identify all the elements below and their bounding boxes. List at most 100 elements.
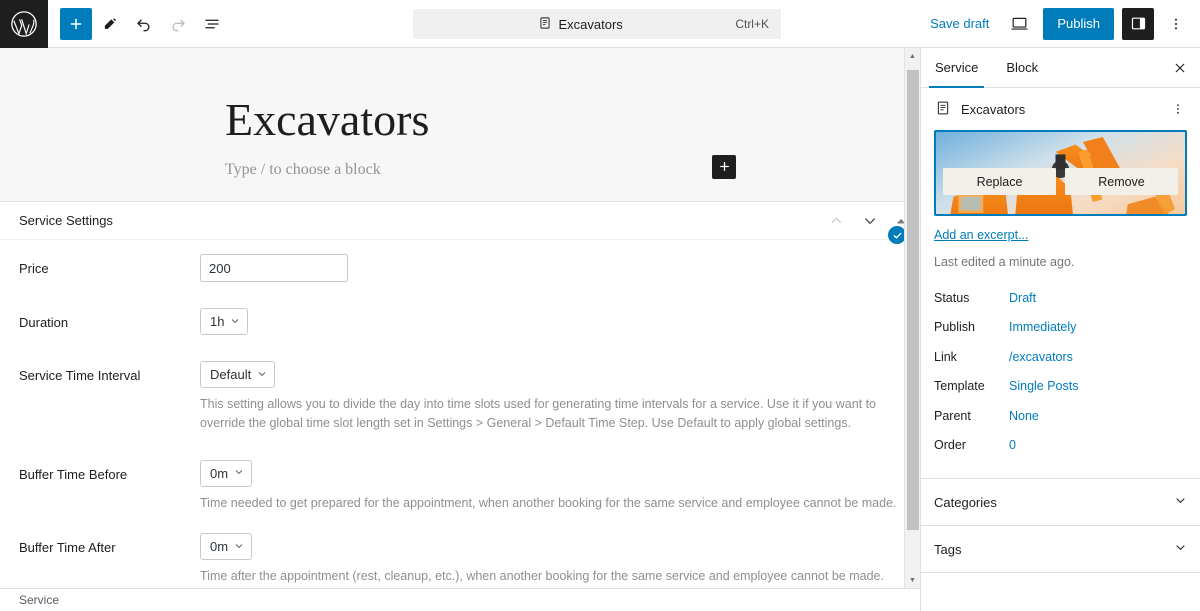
close-icon[interactable] xyxy=(1160,48,1200,87)
replace-image-button[interactable]: Replace xyxy=(943,168,1056,195)
scroll-up-arrow-icon[interactable]: ▲ xyxy=(905,48,921,64)
command-bar[interactable]: Excavators Ctrl+K xyxy=(413,9,781,39)
meta-value-template[interactable]: Single Posts xyxy=(1009,379,1078,393)
three-dots-vertical-icon[interactable] xyxy=(1162,8,1190,40)
buffer-time-after-select[interactable]: 0m xyxy=(200,533,253,561)
meta-row-link: Link /excavators xyxy=(934,342,1187,372)
field-buffer-time-after: Buffer Time After 0m Time after the appo… xyxy=(19,533,901,586)
wordpress-block-editor: Excavators Ctrl+K Save draft Publish Exc… xyxy=(0,0,1200,611)
document-title: Excavators xyxy=(961,101,1026,117)
pencil-icon[interactable] xyxy=(94,8,126,40)
desktop-preview-icon[interactable] xyxy=(1003,8,1035,40)
panel-categories[interactable]: Categories xyxy=(921,478,1200,525)
meta-key-status: Status xyxy=(934,290,970,305)
help-text-buffer-time-before: Time needed to get prepared for the appo… xyxy=(200,495,897,510)
post-meta-list: Status Draft Publish Immediately Link /e… xyxy=(921,283,1200,460)
featured-image-actions: Replace Remove xyxy=(943,168,1178,195)
editor-column: Excavators Type / to choose a block Serv… xyxy=(0,48,920,611)
field-control-service-time-interval: Default This setting allows you to divid… xyxy=(200,361,901,434)
service-time-interval-select[interactable]: Default xyxy=(200,361,276,388)
editor-body: Excavators Type / to choose a block Serv… xyxy=(0,48,1200,611)
three-dots-vertical-icon[interactable] xyxy=(1166,97,1190,121)
chevron-down-icon xyxy=(230,316,240,328)
editor-scrollbar[interactable]: ▲ ▼ xyxy=(904,48,920,588)
field-label-price: Price xyxy=(19,261,49,276)
duration-select-value: 1h xyxy=(210,314,225,329)
scrollbar-track[interactable] xyxy=(905,64,921,572)
panel-tags[interactable]: Tags xyxy=(921,525,1200,572)
buffer-time-after-value: 0m xyxy=(210,539,229,555)
buffer-time-before-select[interactable]: 0m xyxy=(200,459,253,487)
inline-block-inserter[interactable] xyxy=(712,154,736,179)
service-time-interval-value: Default xyxy=(210,367,252,382)
scroll-down-arrow-icon[interactable]: ▼ xyxy=(905,572,921,588)
tab-block[interactable]: Block xyxy=(992,48,1052,87)
settings-sidebar: Service Block Excavators Replace Remove … xyxy=(920,48,1200,611)
add-excerpt-link[interactable]: Add an excerpt... xyxy=(934,228,1200,242)
post-title[interactable]: Excavators xyxy=(225,94,920,147)
chevron-down-icon xyxy=(234,467,244,479)
meta-key-parent: Parent xyxy=(934,408,971,423)
meta-row-status: Status Draft xyxy=(934,283,1187,313)
breadcrumb-item-service[interactable]: Service xyxy=(19,593,59,607)
editor-scroll-region: Excavators Type / to choose a block Serv… xyxy=(0,48,920,588)
meta-row-order: Order 0 xyxy=(934,431,1187,461)
metabox-body: Price Duration 1h xyxy=(0,240,920,588)
meta-value-status[interactable]: Draft xyxy=(1009,291,1036,305)
save-draft-button[interactable]: Save draft xyxy=(924,12,995,35)
empty-block-row: Type / to choose a block xyxy=(0,146,920,193)
meta-value-order[interactable]: 0 xyxy=(1009,438,1016,452)
chevron-down-icon xyxy=(1174,541,1187,557)
chevron-down-icon[interactable] xyxy=(862,213,878,229)
toolbar-left-group xyxy=(48,7,228,40)
redo-icon[interactable] xyxy=(162,8,194,40)
featured-image[interactable]: Replace Remove xyxy=(934,130,1187,216)
duration-select[interactable]: 1h xyxy=(200,308,249,335)
field-price: Price xyxy=(19,254,901,282)
meta-value-link[interactable]: /excavators xyxy=(1009,350,1073,364)
command-bar-title: Excavators xyxy=(558,16,623,32)
publish-button[interactable]: Publish xyxy=(1043,7,1114,40)
undo-icon[interactable] xyxy=(128,8,160,40)
post-canvas: Excavators Type / to choose a block xyxy=(0,48,920,201)
sidebar-panel-icon[interactable] xyxy=(1122,7,1154,40)
meta-row-publish: Publish Immediately xyxy=(934,313,1187,343)
meta-key-publish: Publish xyxy=(934,320,975,335)
sidebar-tabs: Service Block xyxy=(921,48,1200,88)
help-text-service-time-interval: This setting allows you to divide the da… xyxy=(200,397,877,431)
meta-row-parent: Parent None xyxy=(934,401,1187,431)
meta-row-template: Template Single Posts xyxy=(934,372,1187,402)
meta-value-publish[interactable]: Immediately xyxy=(1009,320,1076,334)
scrollbar-thumb[interactable] xyxy=(906,70,919,530)
document-summary-row[interactable]: Excavators xyxy=(921,88,1200,130)
command-bar-shortcut: Ctrl+K xyxy=(735,17,769,31)
field-label-service-time-interval: Service Time Interval xyxy=(19,368,141,383)
metabox-header: Service Settings xyxy=(0,202,920,240)
panel-title-tags: Tags xyxy=(934,541,962,557)
chevron-up-icon[interactable] xyxy=(829,213,844,228)
service-settings-metabox: Service Settings Price 200 Duration 1h S… xyxy=(0,201,920,588)
field-control-duration: 1h xyxy=(200,308,901,335)
meta-key-link: Link xyxy=(934,349,957,364)
wordpress-logo-icon[interactable] xyxy=(0,0,48,48)
list-view-icon[interactable] xyxy=(196,8,228,40)
panel-title-categories: Categories xyxy=(934,494,997,510)
buffer-time-before-value: 0m xyxy=(210,465,229,481)
field-control-buffer-time-before: 0m Time needed to get prepared for the a… xyxy=(200,459,901,513)
price-input[interactable] xyxy=(200,254,348,282)
meta-value-parent[interactable]: None xyxy=(1009,409,1039,423)
block-placeholder-text[interactable]: Type / to choose a block xyxy=(225,161,381,179)
tab-service[interactable]: Service xyxy=(921,48,992,88)
page-icon xyxy=(538,16,552,33)
block-inserter-toggle[interactable] xyxy=(60,7,92,40)
last-edited-text: Last edited a minute ago. xyxy=(934,255,1075,269)
remove-image-button[interactable]: Remove xyxy=(1065,168,1178,195)
field-control-price xyxy=(200,254,901,282)
field-duration: Duration 1h xyxy=(19,308,901,335)
command-bar-center: Excavators xyxy=(425,16,735,33)
